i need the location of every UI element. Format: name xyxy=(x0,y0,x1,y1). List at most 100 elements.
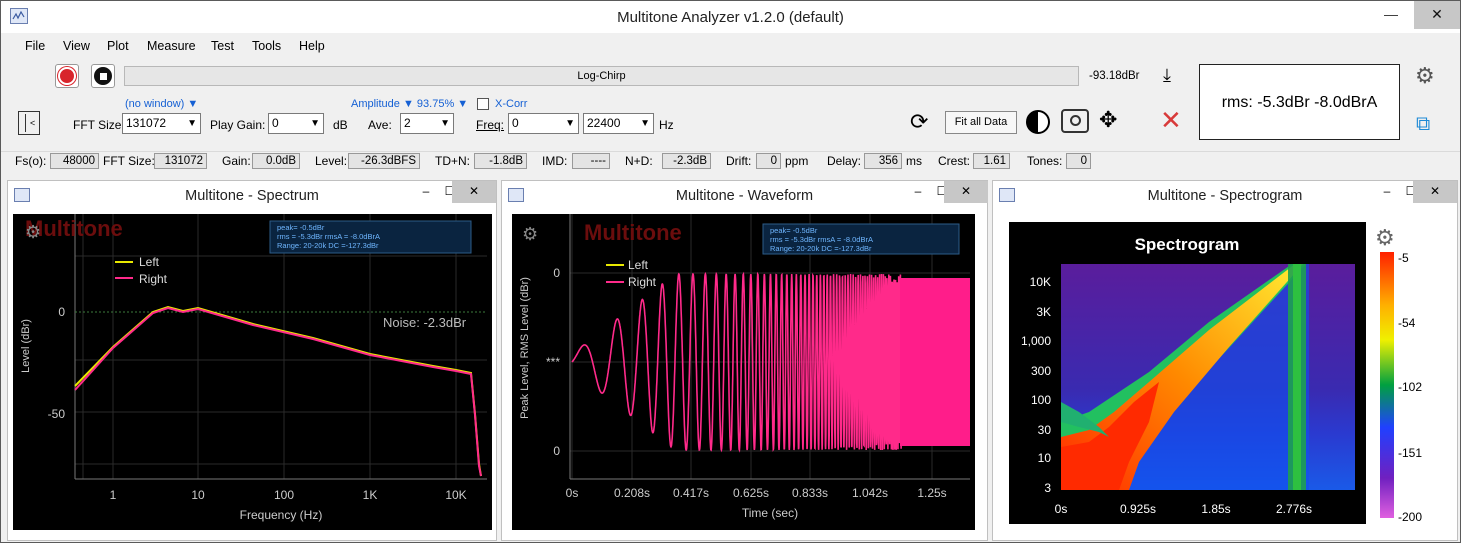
gear-icon[interactable]: ⚙ xyxy=(1415,63,1435,89)
xtick: 1.85s xyxy=(1201,502,1230,516)
gain-label: Gain: xyxy=(222,154,251,168)
close-window-button[interactable]: ✕ xyxy=(1414,1,1460,29)
legend-left: Left xyxy=(628,258,649,272)
colorbar xyxy=(1380,252,1394,518)
panel-close-button[interactable]: ✕ xyxy=(944,181,988,203)
xtick: 1K xyxy=(363,488,378,502)
window-title: Multitone Analyzer v1.2.0 (default) xyxy=(617,9,844,26)
spectrogram-plot[interactable]: Spectrogram 10K 3K 1,000 300 100 30 10 3… xyxy=(1009,222,1366,524)
contrast-icon[interactable] xyxy=(1026,110,1050,134)
x-axis-label: Time (sec) xyxy=(742,506,798,520)
panel-close-button[interactable]: ✕ xyxy=(452,181,496,203)
ytick: 10K xyxy=(1030,275,1051,289)
stop-button[interactable] xyxy=(91,64,115,88)
fft-size-select[interactable]: 131072 ▼ xyxy=(122,113,201,134)
freq-from-select[interactable]: 0 ▼ xyxy=(508,113,579,134)
nd-label: N+D: xyxy=(625,154,653,168)
camera-icon[interactable] xyxy=(1061,109,1089,133)
level-readout: -93.18dBr xyxy=(1089,70,1140,82)
menu-plot[interactable]: Plot xyxy=(107,39,129,53)
play-gain-input[interactable]: 0 ▼ xyxy=(268,113,324,134)
clear-icon[interactable]: ✕ xyxy=(1160,105,1182,136)
download-icon[interactable]: ⤓ xyxy=(1163,65,1171,86)
menu-test[interactable]: Test xyxy=(211,39,234,53)
sidebar-toggle-icon[interactable]: < xyxy=(18,111,40,135)
amplitude-value: 93.75% xyxy=(416,98,455,110)
crest-label: Crest: xyxy=(938,154,971,168)
minimize-button[interactable] xyxy=(1368,1,1412,29)
freq-to-select[interactable]: 22400 ▼ xyxy=(583,113,654,134)
spectrogram-panel: Multitone - Spectrogram – ☐ ✕ Spectrogra… xyxy=(992,180,1458,541)
delay-label: Delay: xyxy=(827,154,862,168)
chevron-down-icon: ▼ xyxy=(565,118,575,129)
popout-icon[interactable]: ⧉ xyxy=(1416,113,1430,136)
xtick: 0s xyxy=(1055,502,1068,516)
xtick: 100 xyxy=(274,488,294,502)
ytick: 0 xyxy=(58,305,65,319)
imd-label: IMD: xyxy=(542,154,568,168)
ave-value: 2 xyxy=(404,116,411,130)
xtick: 0.925s xyxy=(1120,502,1156,516)
ytick: 100 xyxy=(1031,393,1051,407)
xtick: 0s xyxy=(566,486,579,500)
freq-from-value: 0 xyxy=(512,116,519,130)
record-button[interactable] xyxy=(55,64,79,88)
fs-label: Fs(o): xyxy=(15,154,47,168)
xtick: 2.776s xyxy=(1276,502,1312,516)
level-label: Level: xyxy=(315,154,348,168)
move-icon[interactable]: ✥ xyxy=(1099,107,1117,133)
ytick: 0 xyxy=(553,266,560,280)
amplitude-label: Amplitude xyxy=(351,98,400,110)
spectrogram-gear-icon[interactable]: ⚙ xyxy=(1375,225,1395,251)
legend-right: Right xyxy=(139,272,168,286)
play-gain-value: 0 xyxy=(272,116,279,130)
ytick: -50 xyxy=(48,407,66,421)
waveform-plot[interactable]: Multitone peak= -0.5dBr rms = -5.3dBr rm… xyxy=(512,214,975,530)
xcorr-checkbox[interactable] xyxy=(477,98,489,110)
colorbar-tick: -5 xyxy=(1398,251,1409,265)
xcorr-label: X-Corr xyxy=(495,98,528,110)
ave-select[interactable]: 2 ▼ xyxy=(400,113,454,134)
freq-to-value: 22400 xyxy=(587,116,621,130)
menu-help[interactable]: Help xyxy=(299,39,325,53)
delay-value: 356 xyxy=(864,153,902,169)
ytick: 3K xyxy=(1036,305,1051,319)
ytick: 30 xyxy=(1038,423,1052,437)
panel-close-button[interactable]: ✕ xyxy=(1413,181,1457,203)
xtick: 10K xyxy=(445,488,466,502)
ytick: *** xyxy=(546,355,560,369)
waveform-panel: Multitone - Waveform – ☐ ✕ Multitone pea… xyxy=(501,180,988,541)
spectrum-plot[interactable]: Multitone peak= -0.5dBr rms = -5.3dBr rm… xyxy=(13,214,492,530)
overlay-line-1: peak= -0.5dBr xyxy=(770,226,818,235)
fs-value: 48000 xyxy=(50,153,99,169)
menu-measure[interactable]: Measure xyxy=(147,39,196,53)
xtick: 1.25s xyxy=(917,486,946,500)
legend-right: Right xyxy=(628,275,657,289)
noise-label: Noise: -2.3dBr xyxy=(383,315,467,330)
chirp-label: Log-Chirp xyxy=(577,70,626,82)
colorbar-tick: -102 xyxy=(1398,380,1423,394)
drift-label: Drift: xyxy=(726,154,752,168)
overlay-line-1: peak= -0.5dBr xyxy=(277,223,325,232)
spectrum-panel: Multitone - Spectrum – ☐ ✕ Multitone pea… xyxy=(7,180,497,541)
ytick: 1,000 xyxy=(1021,334,1051,348)
x-axis-label: Frequency (Hz) xyxy=(240,508,323,522)
menu-view[interactable]: View xyxy=(63,39,90,53)
crest-value: 1.61 xyxy=(973,153,1010,169)
plot-gear-icon[interactable]: ⚙ xyxy=(522,224,538,244)
menu-file[interactable]: File xyxy=(25,39,45,53)
y-axis-label: Level (dBr) xyxy=(20,319,32,373)
plot-gear-icon[interactable]: ⚙ xyxy=(25,222,41,242)
colorbar-tick: -54 xyxy=(1398,316,1416,330)
menu-bar: File View Plot Measure Test Tools Help xyxy=(1,35,1460,57)
drift-unit: ppm xyxy=(785,154,809,168)
amplitude-select[interactable]: Amplitude ▼ 93.75% ▼ xyxy=(351,98,468,110)
xtick: 1.042s xyxy=(852,486,888,500)
menu-tools[interactable]: Tools xyxy=(252,39,281,53)
refresh-icon[interactable]: ⟳ xyxy=(910,109,928,135)
colorbar-tick: -200 xyxy=(1398,510,1423,524)
fit-all-data-button[interactable]: Fit all Data xyxy=(945,111,1017,134)
main-window: Multitone Analyzer v1.2.0 (default) — ✕ … xyxy=(0,0,1461,543)
xtick: 10 xyxy=(191,488,205,502)
window-select[interactable]: (no window) ▼ xyxy=(125,98,198,110)
